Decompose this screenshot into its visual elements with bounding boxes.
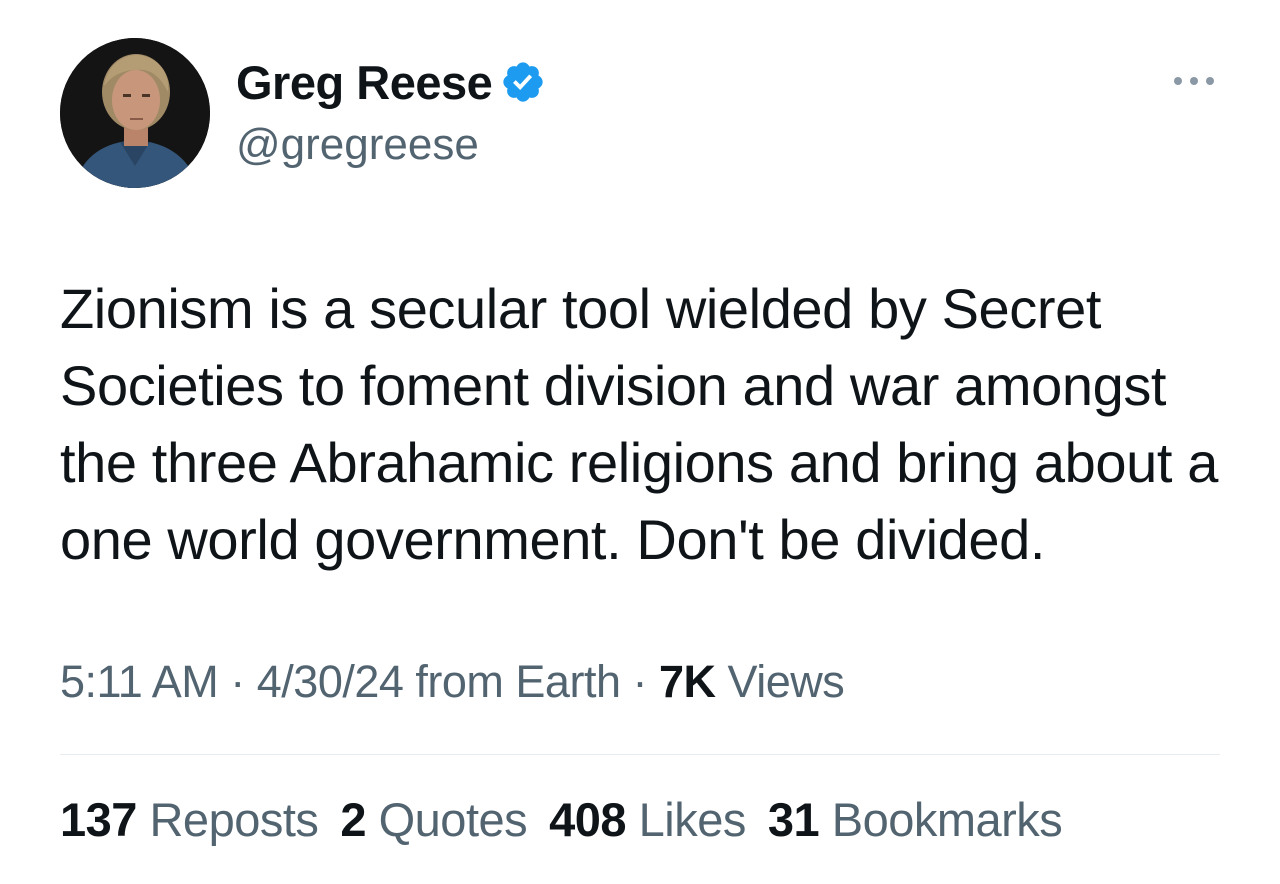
quotes-count: 2: [340, 793, 367, 846]
reposts-count: 137: [60, 793, 137, 846]
tweet-card: Greg Reese @gregreese Zionism is a secul…: [0, 0, 1280, 884]
meta-separator: ·: [218, 656, 257, 707]
views-label: Views: [715, 656, 845, 707]
avatar-image: [60, 38, 210, 188]
engagement-stats: 137 Reposts 2 Quotes 408 Likes 31 Bookma…: [60, 792, 1084, 847]
likes-label: Likes: [638, 793, 747, 846]
tweet-meta: 5:11 AM · 4/30/24 from Earth · 7K Views: [60, 656, 845, 708]
avatar[interactable]: [60, 38, 210, 188]
divider: [60, 754, 1220, 755]
tweet-text: Zionism is a secular tool wielded by Sec…: [60, 277, 1218, 571]
tweet-time[interactable]: 5:11 AM: [60, 656, 219, 707]
display-name[interactable]: Greg Reese: [236, 55, 493, 110]
verified-badge-icon[interactable]: [500, 59, 546, 105]
quotes-stat[interactable]: 2 Quotes: [340, 792, 527, 847]
more-options-button[interactable]: [1166, 66, 1222, 96]
ellipsis-icon: [1174, 77, 1214, 85]
likes-stat[interactable]: 408 Likes: [549, 792, 746, 847]
reposts-label: Reposts: [149, 793, 319, 846]
username-handle[interactable]: @gregreese: [236, 120, 479, 170]
likes-count: 408: [549, 793, 627, 846]
meta-separator: ·: [620, 656, 659, 707]
author-name-row: Greg Reese: [236, 54, 546, 110]
tweet-date[interactable]: 4/30/24: [257, 656, 404, 707]
quotes-label: Quotes: [378, 793, 528, 846]
bookmarks-count: 31: [767, 793, 820, 846]
bookmarks-label: Bookmarks: [831, 793, 1063, 846]
reposts-stat[interactable]: 137 Reposts: [60, 792, 319, 847]
bookmarks-stat[interactable]: 31 Bookmarks: [767, 792, 1063, 847]
tweet-source: from Earth: [403, 656, 621, 707]
views-count: 7K: [658, 656, 716, 707]
